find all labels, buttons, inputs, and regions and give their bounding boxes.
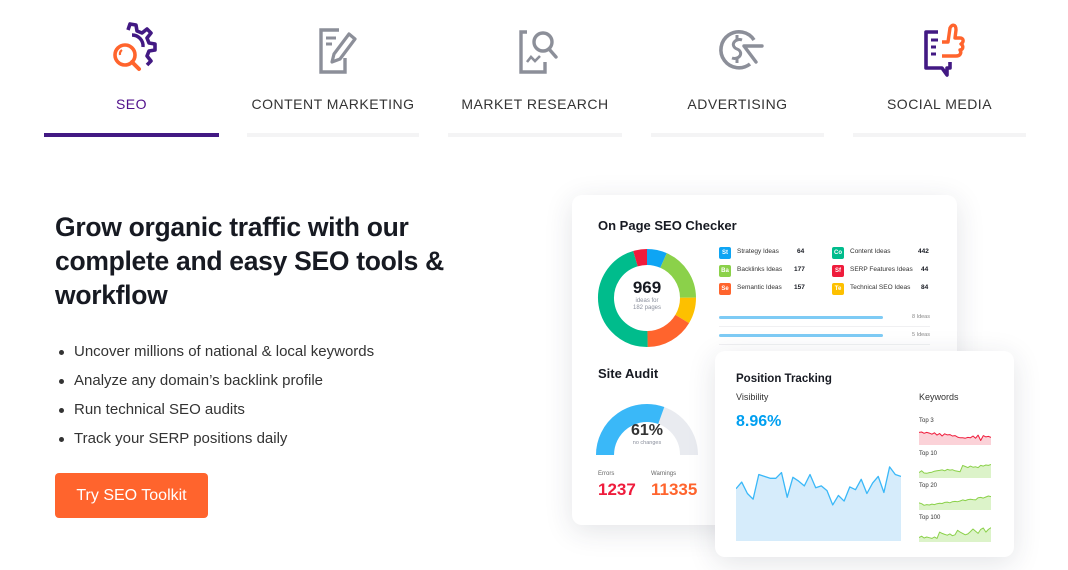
kw-row-label: Top 100 <box>919 515 941 521</box>
content-badge-icon: Co <box>832 247 844 259</box>
tab-indicator <box>247 133 419 137</box>
hero-headline: Grow organic traffic with our complete a… <box>55 212 444 310</box>
tab-label: MARKET RESEARCH <box>461 96 609 112</box>
legend-item-technical-seo: Te Technical SEO Ideas 84 <box>832 283 932 295</box>
legend-value: 84 <box>921 284 929 291</box>
legend-value: 44 <box>921 266 929 273</box>
backlinks-badge-icon: Ba <box>719 265 731 277</box>
top20-sparkline <box>919 495 991 510</box>
keywords-label: Keywords <box>919 392 959 402</box>
feature-item: Uncover millions of national & local key… <box>58 337 374 366</box>
tab-indicator <box>448 133 622 137</box>
try-seo-toolkit-button[interactable]: Try SEO Toolkit <box>55 473 208 518</box>
site-audit-title: Site Audit <box>598 366 659 381</box>
tab-indicator <box>853 133 1026 137</box>
legend-label: Backlinks Ideas <box>737 266 783 273</box>
legend-label: SERP Features Ideas <box>850 266 913 273</box>
site-audit-sub: no changes <box>632 440 662 446</box>
feature-item: Run technical SEO audits <box>58 395 374 424</box>
tab-label: ADVERTISING <box>687 96 788 112</box>
kw-row-label: Top 10 <box>919 451 938 457</box>
tab-label: CONTENT MARKETING <box>251 96 415 112</box>
technical-seo-badge-icon: Te <box>832 283 844 295</box>
semantic-badge-icon: Se <box>719 283 731 295</box>
tab-label: SEO <box>115 96 148 112</box>
warnings-label: Warnings <box>651 471 677 477</box>
idea-count: 8 Ideas <box>911 314 930 320</box>
divider <box>719 326 930 327</box>
tab-active-indicator <box>44 133 219 137</box>
donut-slice-se <box>646 314 690 347</box>
legend-value: 177 <box>794 266 805 273</box>
ideas-donut-chart: 969 ideas for 182 pages <box>597 248 697 348</box>
visibility-label: Visibility <box>736 392 769 402</box>
tab-indicator <box>651 133 824 137</box>
feature-list: Uncover millions of national & local key… <box>58 337 374 453</box>
position-tracking-card: Position Tracking Visibility 8.96% Keywo… <box>715 351 1014 557</box>
feature-item: Track your SERP positions daily <box>58 424 374 453</box>
legend-label: Strategy Ideas <box>737 248 779 255</box>
donut-slice-sf <box>633 249 648 267</box>
warnings-value: 11335 <box>651 480 698 499</box>
idea-progress-bar <box>719 316 883 319</box>
top3-sparkline <box>919 431 991 445</box>
kw-row-label: Top 3 <box>919 418 934 424</box>
legend-label: Technical SEO Ideas <box>850 284 911 291</box>
legend-value: 157 <box>794 284 805 291</box>
idea-progress-bar <box>719 334 883 337</box>
category-tabs: SEO CONTENT MARKETING MARKET RESEARCH AD… <box>0 0 1068 140</box>
seo-gear-magnifier-icon <box>112 22 157 71</box>
legend-label: Content Ideas <box>850 248 891 255</box>
visibility-value: 8.96% <box>736 413 782 430</box>
errors-label: Errors <box>598 471 615 477</box>
keyword-2-area <box>919 496 991 510</box>
research-magnifier-chart-icon <box>519 30 558 74</box>
visibility-chart <box>736 466 901 541</box>
ideas-sub-1: ideas for <box>635 298 659 304</box>
legend-item-content: Co Content Ideas 442 <box>832 247 932 259</box>
tab-market-research[interactable]: MARKET RESEARCH <box>448 0 622 138</box>
legend-item-strategy: St Strategy Ideas 64 <box>719 247 819 259</box>
serp-features-badge-icon: Sf <box>832 265 844 277</box>
ideas-sub-2: 182 pages <box>632 305 662 311</box>
legend-item-semantic: Se Semantic Ideas 157 <box>719 283 819 295</box>
card-title: Position Tracking <box>736 373 832 385</box>
ideas-total: 969 <box>632 278 662 297</box>
legend-item-serp-features: Sf SERP Features Ideas 44 <box>832 265 932 277</box>
legend-value: 442 <box>918 248 929 255</box>
top10-sparkline <box>919 464 991 478</box>
site-audit-percent: 61% <box>630 422 664 439</box>
donut-slice-st <box>646 249 667 268</box>
idea-count: 5 Ideas <box>911 332 930 338</box>
errors-value: 1237 <box>598 480 636 499</box>
kw-row-label: Top 20 <box>919 483 938 489</box>
site-audit-gauge: 61% no changes <box>596 395 698 456</box>
top100-sparkline <box>919 527 991 542</box>
legend-value: 64 <box>797 248 805 255</box>
tab-seo[interactable]: SEO <box>44 0 219 138</box>
divider <box>719 344 930 345</box>
feature-item: Analyze any domain’s backlink profile <box>58 366 374 395</box>
tab-advertising[interactable]: ADVERTISING <box>651 0 824 138</box>
edit-document-icon <box>319 28 357 74</box>
strategy-badge-icon: St <box>719 247 731 259</box>
tab-social-media[interactable]: SOCIAL MEDIA <box>853 0 1026 138</box>
chat-thumbs-up-icon <box>923 23 965 77</box>
tab-content-marketing[interactable]: CONTENT MARKETING <box>247 0 419 138</box>
dollar-cursor-icon <box>718 30 764 70</box>
legend-label: Semantic Ideas <box>737 284 782 291</box>
legend-item-backlinks: Ba Backlinks Ideas 177 <box>719 265 819 277</box>
card-title: On Page SEO Checker <box>598 218 737 233</box>
tab-label: SOCIAL MEDIA <box>886 96 993 112</box>
